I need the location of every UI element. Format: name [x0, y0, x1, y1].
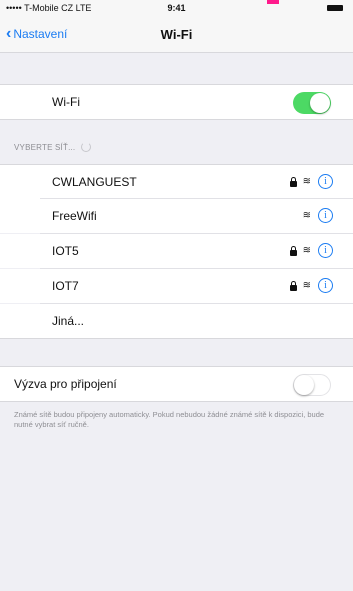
navigation-bar: ‹ Nastavení Wi-Fi [0, 18, 353, 53]
network-row[interactable]: IOT5 ≋ i [0, 234, 353, 268]
wifi-label: Wi-Fi [52, 95, 80, 109]
lock-icon [289, 176, 297, 187]
info-icon[interactable]: i [318, 174, 333, 189]
network-name: FreeWifi [52, 209, 97, 223]
pink-marker [267, 0, 279, 4]
wifi-signal-icon: ≋ [302, 209, 311, 221]
wifi-toggle[interactable] [293, 92, 331, 114]
network-name: CWLANGUEST [52, 175, 137, 189]
clock: 9:41 [167, 3, 186, 13]
other-network-label: Jiná... [52, 314, 85, 328]
info-icon[interactable]: i [318, 278, 333, 293]
page-title: Wi-Fi [160, 27, 193, 42]
battery-icon [327, 5, 343, 11]
networks-header-label: VYBERTE SÍŤ... [14, 143, 76, 152]
loading-spinner-icon [81, 142, 92, 152]
network-row[interactable]: IOT7 ≋ i [0, 269, 353, 303]
info-icon[interactable]: i [318, 243, 333, 258]
wifi-row[interactable]: Wi-Fi [0, 84, 353, 120]
status-bar: ••••• T-Mobile CZ LTE 9:41 [0, 0, 353, 18]
network-name: IOT7 [52, 279, 79, 293]
toggle-knob [294, 375, 314, 395]
network-row[interactable]: FreeWifi ≋ i [0, 199, 353, 233]
networks-section-header: VYBERTE SÍŤ... [14, 142, 92, 152]
wifi-signal-icon: ≋ [302, 175, 311, 187]
settings-screen: ••••• T-Mobile CZ LTE 9:41 ‹ Nastavení W… [0, 0, 353, 591]
ask-to-join-description: Známé sítě budou připojeny automaticky. … [14, 410, 325, 429]
wifi-signal-icon: ≋ [302, 279, 311, 291]
info-icon[interactable]: i [318, 208, 333, 223]
toggle-knob [310, 93, 330, 113]
ask-to-join-toggle[interactable] [293, 374, 331, 396]
other-network-row[interactable]: Jiná... [0, 304, 353, 339]
lock-icon [289, 280, 297, 291]
wifi-signal-icon: ≋ [302, 244, 311, 256]
network-row[interactable]: CWLANGUEST ≋ i [0, 164, 353, 199]
ask-to-join-row[interactable]: Výzva pro připojení [0, 366, 353, 402]
lock-icon [289, 245, 297, 256]
network-name: IOT5 [52, 244, 79, 258]
ask-to-join-label: Výzva pro připojení [14, 377, 117, 391]
